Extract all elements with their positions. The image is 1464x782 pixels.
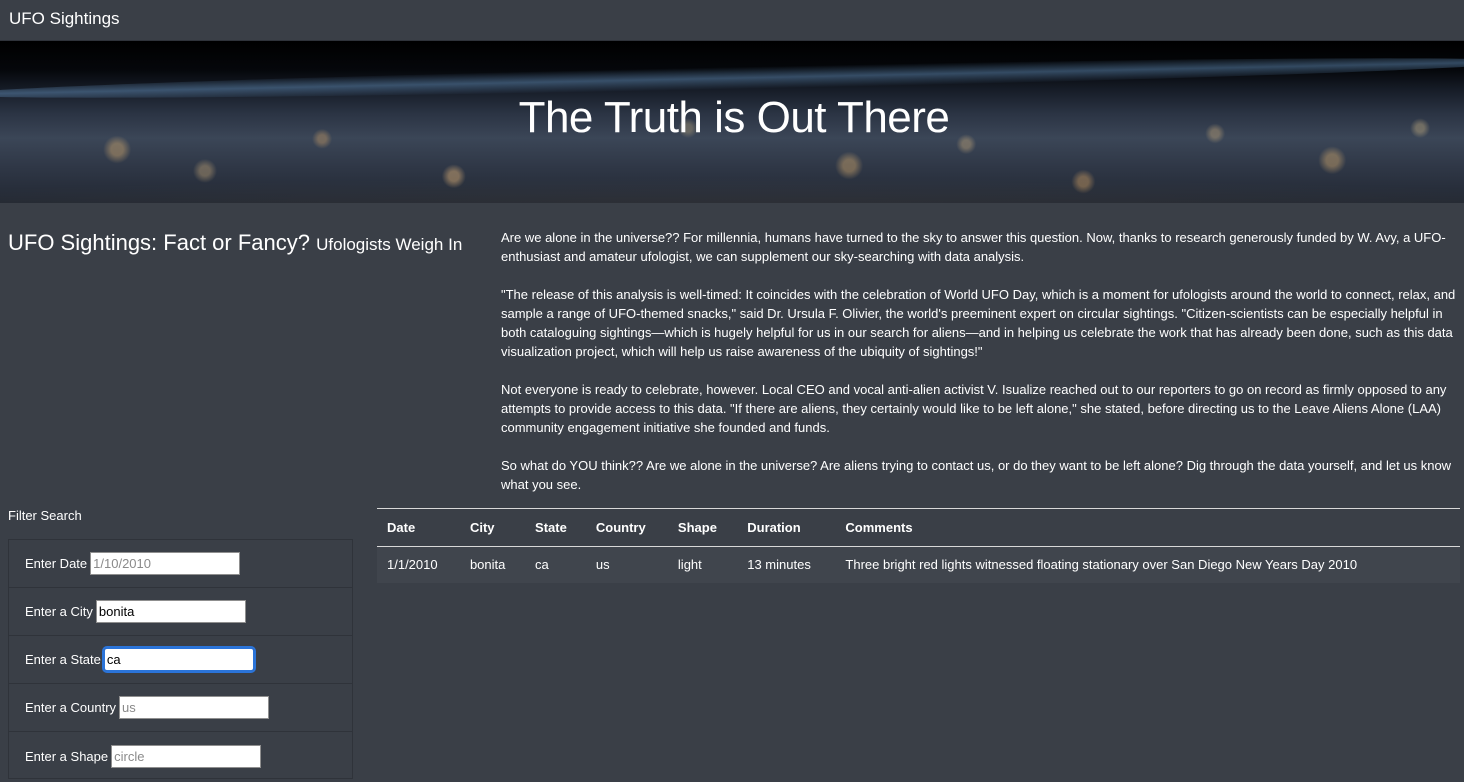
cell-duration: 13 minutes [737,546,836,583]
column-header-city: City [459,509,526,547]
cell-shape: light [667,546,738,583]
filter-shape-row: Enter a Shape [9,732,352,780]
intro-title-main: UFO Sightings: Fact or Fancy? [8,230,310,255]
hero-banner: The Truth is Out There [0,41,1464,203]
article: Are we alone in the universe?? For mille… [501,228,1456,513]
state-label: Enter a State [25,652,101,667]
table-header-row: Date City State Country Shape Duration C… [377,509,1460,547]
country-label: Enter a Country [25,700,117,715]
cell-country: us [585,546,668,583]
date-input[interactable] [90,552,241,575]
ufo-table: Date City State Country Shape Duration C… [377,509,1460,583]
article-paragraph: So what do YOU think?? Are we alone in t… [501,458,1452,492]
cell-city: bonita [459,546,526,583]
column-header-state: State [525,509,586,547]
intro-subtitle: Ufologists Weigh In [316,235,463,254]
navbar: UFO Sightings [0,0,1464,41]
filter-list: Enter Date Enter a City Enter a State En… [8,539,353,779]
filter-date-row: Enter Date [9,540,352,588]
date-label: Enter Date [25,556,88,571]
column-header-country: Country [585,509,668,547]
city-input[interactable] [95,600,246,623]
column-header-comments: Comments [835,509,1460,547]
shape-label: Enter a Shape [25,748,109,764]
table-row: 1/1/2010 bonita ca us light 13 minutes T… [377,546,1460,583]
country-input[interactable] [119,696,270,719]
intro-title: UFO Sightings: Fact or Fancy? Ufologists… [8,229,488,259]
state-input[interactable] [101,646,256,673]
column-header-duration: Duration [737,509,836,547]
article-paragraph: Not everyone is ready to celebrate, howe… [501,382,1447,435]
city-label: Enter a City [25,604,93,619]
results-table-container: Date City State Country Shape Duration C… [377,508,1460,583]
column-header-shape: Shape [667,509,738,547]
hero-title: The Truth is Out There [518,93,950,142]
column-header-date: Date [377,509,460,547]
shape-input[interactable] [111,744,262,768]
brand-link[interactable]: UFO Sightings [9,9,120,29]
article-paragraph: Are we alone in the universe?? For mille… [501,230,1446,264]
filter-heading: Filter Search [8,508,82,523]
cell-date: 1/1/2010 [377,546,460,583]
filter-city-row: Enter a City [9,588,352,636]
filter-state-row: Enter a State [9,636,352,684]
cell-comments: Three bright red lights witnessed floati… [835,546,1460,583]
article-paragraph: "The release of this analysis is well-ti… [501,287,1456,359]
filter-country-row: Enter a Country [9,684,352,732]
cell-state: ca [525,546,586,583]
